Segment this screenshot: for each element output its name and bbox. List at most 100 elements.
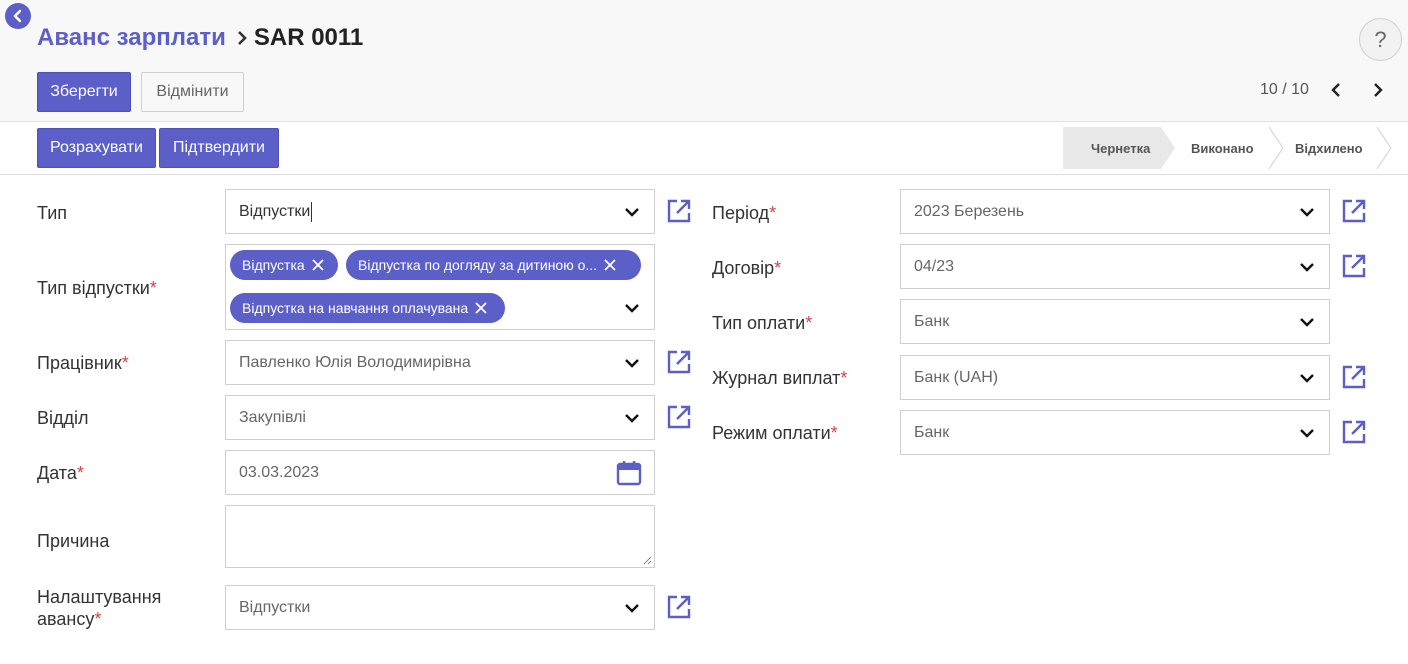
leave-type-label-text: Тип відпустки bbox=[37, 278, 150, 298]
payment-type-label-text: Тип оплати bbox=[712, 313, 806, 333]
chevron-down-icon bbox=[1300, 262, 1314, 272]
payment-type-value: Банк bbox=[914, 312, 950, 330]
contract-label-text: Договір bbox=[712, 258, 775, 278]
back-arrow-icon[interactable] bbox=[5, 3, 31, 29]
contract-value: 04/23 bbox=[914, 257, 955, 275]
advance-settings-label-line2: авансу bbox=[37, 609, 95, 629]
payment-journal-label-text: Журнал виплат bbox=[712, 368, 841, 388]
payment-type-select[interactable]: Банк bbox=[900, 299, 1330, 344]
period-label-text: Період bbox=[712, 203, 770, 223]
leave-type-tag: Відпустка по догляду за дитиною о... bbox=[346, 250, 641, 280]
type-select[interactable]: Відпустки bbox=[225, 189, 655, 234]
employee-value: Павленко Юлія Володимирівна bbox=[239, 353, 471, 371]
payment-journal-select[interactable]: Банк (UAH) bbox=[900, 355, 1330, 400]
confirm-button[interactable]: Підтвердити bbox=[159, 128, 279, 168]
payment-type-label: Тип оплати* bbox=[712, 312, 812, 334]
payment-mode-label-text: Режим оплати bbox=[712, 423, 831, 443]
contract-label: Договір* bbox=[712, 257, 781, 279]
tag-label: Відпустка bbox=[242, 257, 305, 273]
required-mark: * bbox=[94, 609, 102, 629]
employee-label: Працівник* bbox=[37, 352, 129, 374]
statusbar: Чернетка Виконано Відхилено bbox=[1063, 127, 1403, 169]
required-mark: * bbox=[149, 278, 157, 298]
chevron-down-icon bbox=[625, 603, 639, 613]
pager-value: 10 / 10 bbox=[1260, 81, 1309, 98]
leave-type-tag: Відпустка bbox=[230, 250, 338, 280]
reason-label: Причина bbox=[37, 531, 110, 551]
period-label: Період* bbox=[712, 202, 776, 224]
discard-button[interactable]: Відмінити bbox=[141, 72, 244, 112]
type-label: Тип bbox=[37, 203, 68, 223]
calendar-icon[interactable] bbox=[616, 460, 642, 486]
type-value: Відпустки bbox=[239, 202, 311, 220]
chevron-down-icon bbox=[625, 304, 639, 313]
control-panel: Аванс зарплати SAR 0011 ? Зберегти Відмі… bbox=[0, 0, 1408, 122]
chevron-left-icon[interactable] bbox=[1329, 82, 1343, 98]
close-icon[interactable] bbox=[474, 301, 488, 315]
external-link-icon[interactable] bbox=[1341, 364, 1367, 390]
required-mark: * bbox=[830, 423, 838, 443]
external-link-icon[interactable] bbox=[666, 594, 692, 620]
external-link-icon[interactable] bbox=[1341, 198, 1367, 224]
department-select[interactable]: Закупівлі bbox=[225, 395, 655, 440]
advance-settings-select[interactable]: Відпустки bbox=[225, 585, 655, 630]
advance-settings-value: Відпустки bbox=[239, 598, 311, 616]
external-link-icon[interactable] bbox=[666, 198, 692, 224]
period-select[interactable]: 2023 Березень bbox=[900, 189, 1330, 234]
department-value: Закупівлі bbox=[239, 408, 306, 426]
status-step-done[interactable]: Виконано bbox=[1191, 127, 1254, 169]
status-step-rejected[interactable]: Відхилено bbox=[1295, 127, 1363, 169]
chevron-down-icon bbox=[1300, 317, 1314, 327]
chevron-down-icon bbox=[625, 413, 639, 423]
employee-label-text: Працівник bbox=[37, 353, 122, 373]
resize-handle-icon[interactable] bbox=[643, 556, 652, 565]
required-mark: * bbox=[840, 368, 848, 388]
external-link-icon[interactable] bbox=[1341, 419, 1367, 445]
leave-type-tag: Відпустка на навчання оплачувана bbox=[230, 293, 505, 323]
chevron-right-icon[interactable] bbox=[1371, 82, 1385, 98]
required-mark: * bbox=[76, 463, 84, 483]
required-mark: * bbox=[121, 353, 129, 373]
date-label: Дата* bbox=[37, 462, 84, 484]
employee-select[interactable]: Павленко Юлія Володимирівна bbox=[225, 340, 655, 385]
payment-journal-label: Журнал виплат* bbox=[712, 367, 847, 389]
close-icon[interactable] bbox=[311, 258, 325, 272]
chevron-down-icon bbox=[1300, 428, 1314, 438]
advance-settings-label: Налаштування авансу* bbox=[37, 586, 161, 630]
payment-journal-value: Банк (UAH) bbox=[914, 368, 999, 386]
compute-button[interactable]: Розрахувати bbox=[37, 128, 156, 168]
chevron-right-icon bbox=[236, 30, 248, 46]
help-button[interactable]: ? bbox=[1359, 18, 1402, 61]
breadcrumb-current: SAR 0011 bbox=[253, 24, 364, 51]
close-icon[interactable] bbox=[603, 258, 617, 272]
date-value: 03.03.2023 bbox=[239, 463, 320, 481]
payment-mode-select[interactable]: Банк bbox=[900, 410, 1330, 455]
date-label-text: Дата bbox=[37, 463, 77, 483]
department-label: Відділ bbox=[37, 408, 89, 428]
required-mark: * bbox=[805, 313, 813, 333]
tag-label: Відпустка по догляду за дитиною о... bbox=[358, 257, 598, 273]
required-mark: * bbox=[769, 203, 777, 223]
save-button[interactable]: Зберегти bbox=[37, 72, 131, 112]
reason-textarea[interactable] bbox=[225, 505, 655, 568]
chevron-down-icon bbox=[625, 358, 639, 368]
external-link-icon[interactable] bbox=[666, 349, 692, 375]
chevron-down-icon bbox=[1300, 373, 1314, 383]
tag-label: Відпустка на навчання оплачувана bbox=[242, 300, 469, 316]
text-cursor bbox=[311, 201, 313, 222]
chevron-down-icon bbox=[1300, 207, 1314, 217]
payment-mode-label: Режим оплати* bbox=[712, 422, 838, 444]
external-link-icon[interactable] bbox=[1341, 253, 1367, 279]
payment-mode-value: Банк bbox=[914, 423, 950, 441]
breadcrumb-parent[interactable]: Аванс зарплати bbox=[37, 24, 226, 52]
leave-type-label: Тип відпустки* bbox=[37, 277, 157, 299]
advance-settings-label-line1: Налаштування bbox=[37, 587, 162, 607]
date-input[interactable]: 03.03.2023 bbox=[225, 450, 655, 495]
breadcrumb: Аванс зарплати SAR 0011 bbox=[37, 24, 363, 52]
external-link-icon[interactable] bbox=[666, 404, 692, 430]
status-step-draft[interactable]: Чернетка bbox=[1091, 127, 1150, 169]
chevron-down-icon bbox=[625, 207, 639, 217]
period-value: 2023 Березень bbox=[914, 202, 1025, 220]
contract-select[interactable]: 04/23 bbox=[900, 244, 1330, 289]
required-mark: * bbox=[774, 258, 782, 278]
